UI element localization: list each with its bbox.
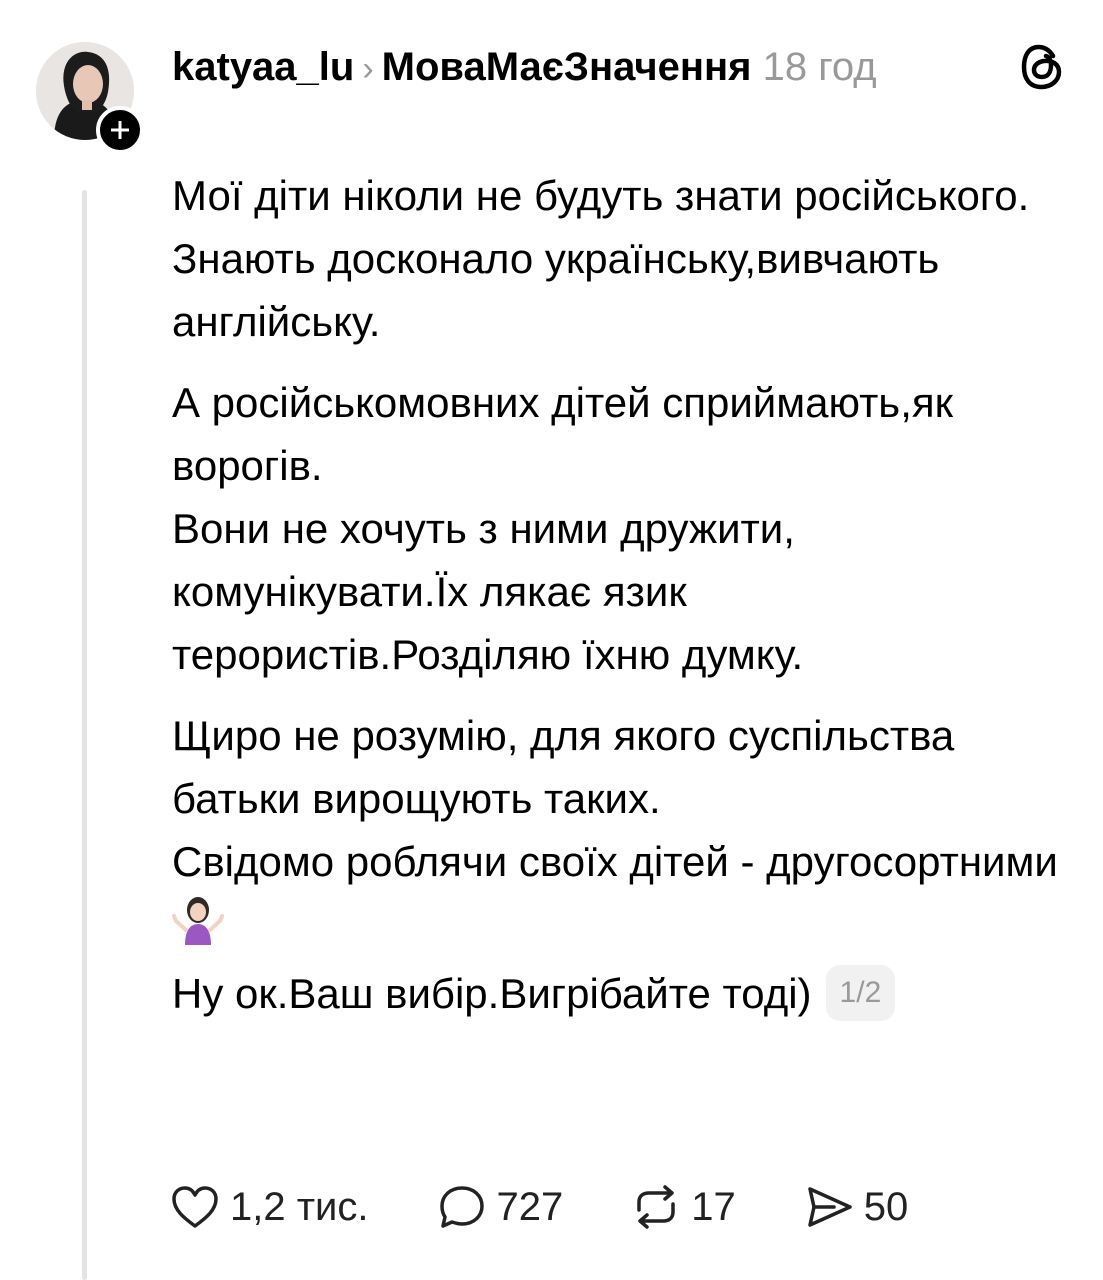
post-header: katyaa_lu › МоваМаєЗначення 18 год <box>172 40 962 96</box>
post-paragraph-4: Вони не хочуть з ними дружити, комунікув… <box>172 505 804 678</box>
like-button[interactable]: 1,2 тис. <box>170 1184 369 1230</box>
post-paragraph-6-text: Свідомо роблячи своїх дітей - другосортн… <box>172 838 1058 885</box>
page-indicator: 1/2 <box>825 965 896 1021</box>
share-count: 50 <box>863 1184 909 1229</box>
post-paragraph-7: Ну ок.Ваш вибір.Вигрібайте тоді) 1/2 <box>172 962 1082 1025</box>
repost-count: 17 <box>691 1184 736 1229</box>
plus-icon <box>111 121 129 139</box>
chevron-right-icon: › <box>362 50 374 88</box>
post-time: 18 год <box>762 45 877 89</box>
comment-count: 727 <box>496 1184 564 1229</box>
repost-button[interactable]: 17 <box>631 1184 736 1230</box>
thread-line <box>82 190 87 1280</box>
woman-shrugging-emoji <box>172 893 224 962</box>
post-paragraph-6: Свідомо роблячи своїх дітей - другосортн… <box>172 830 1082 962</box>
repost-icon <box>637 1185 675 1229</box>
post-body: Мої діти ніколи не будуть знати російськ… <box>172 164 1082 1025</box>
post-paragraph-3: А російськомовних дітей сприймають,як во… <box>172 379 953 489</box>
post-paragraph-1: Мої діти ніколи не будуть знати російськ… <box>172 172 1030 219</box>
action-bar: 1,2 тис. 727 17 50 <box>170 1178 908 1236</box>
username-link[interactable]: katyaa_lu <box>172 45 354 89</box>
comment-icon <box>439 1186 484 1228</box>
threads-logo-icon[interactable] <box>1020 44 1064 95</box>
community-link[interactable]: МоваМаєЗначення <box>382 45 752 89</box>
heart-icon <box>172 1186 218 1228</box>
follow-button[interactable] <box>96 106 144 154</box>
post-paragraph-2: Знають досконало українську,вивчають анг… <box>172 235 940 345</box>
post-paragraph-5: Щиро не розумію, для якого суспільства б… <box>172 712 955 822</box>
post-paragraph-7-text: Ну ок.Ваш вибір.Вигрібайте тоді) <box>172 970 812 1017</box>
send-icon <box>808 1187 852 1227</box>
share-button[interactable]: 50 <box>804 1184 909 1230</box>
like-count: 1,2 тис. <box>230 1184 369 1229</box>
comment-button[interactable]: 727 <box>437 1183 564 1231</box>
